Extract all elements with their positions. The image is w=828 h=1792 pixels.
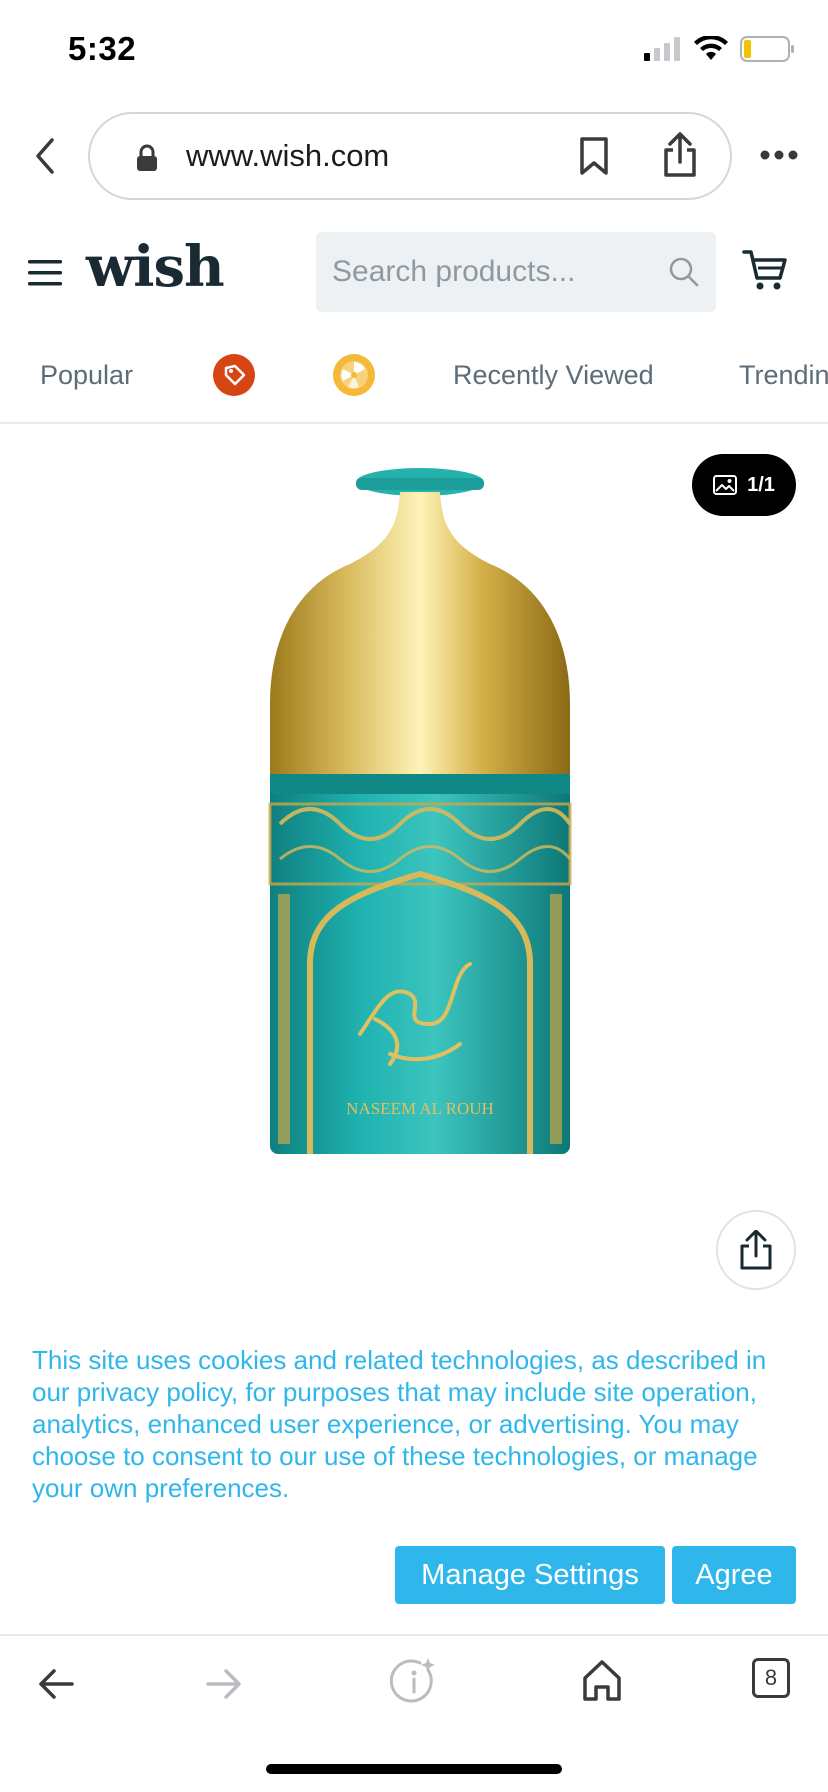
- battery-icon: [740, 36, 794, 62]
- page: 5:32 www.wish.com wish Search products..…: [0, 0, 828, 1792]
- status-icons: [644, 36, 796, 62]
- address-bar[interactable]: www.wish.com: [88, 112, 732, 200]
- search-icon[interactable]: [668, 256, 700, 288]
- site-header: wish: [0, 220, 828, 330]
- search-input[interactable]: [332, 232, 652, 312]
- category-tabs: Popular Recently Viewed Trendin: [0, 338, 828, 424]
- tabs-count-button[interactable]: 8: [752, 1658, 790, 1698]
- share-product-button[interactable]: [716, 1210, 796, 1290]
- more-options-icon[interactable]: [760, 150, 798, 160]
- bookmark-icon[interactable]: [578, 136, 610, 176]
- cellular-signal-icon: [644, 37, 680, 61]
- browser-url-row: www.wish.com: [0, 108, 828, 204]
- product-label-text: NASEEM AL ROUH: [346, 1099, 494, 1118]
- home-icon[interactable]: [582, 1658, 622, 1702]
- lock-icon: [137, 144, 157, 171]
- product-image[interactable]: NASEEM AL ROUH: [240, 464, 600, 1164]
- tab-trending[interactable]: Trendin: [739, 360, 828, 391]
- menu-icon[interactable]: [28, 260, 62, 286]
- share-icon[interactable]: [662, 132, 698, 178]
- wifi-icon: [694, 36, 728, 60]
- cookie-message: This site uses cookies and related techn…: [32, 1345, 767, 1503]
- status-time: 5:32: [68, 30, 137, 67]
- image-counter[interactable]: 1/1: [692, 454, 796, 516]
- image-counter-text: 1/1: [747, 473, 775, 496]
- agree-button[interactable]: Agree: [672, 1546, 796, 1604]
- image-icon: [713, 475, 738, 495]
- tabs-count: 8: [764, 1665, 778, 1690]
- cart-icon[interactable]: [742, 248, 788, 292]
- blitz-wheel-icon: [340, 361, 368, 389]
- back-arrow-icon[interactable]: [36, 1662, 76, 1706]
- tab-blitz[interactable]: [333, 354, 375, 396]
- home-indicator: [266, 1764, 562, 1774]
- search-box[interactable]: [316, 232, 716, 312]
- product-gallery[interactable]: 1/1 NASEEM AL ROUH: [0, 424, 828, 1304]
- share-icon: [740, 1230, 772, 1270]
- price-tag-icon: [224, 364, 246, 386]
- chevron-left-icon[interactable]: [26, 134, 66, 178]
- status-bar: 5:32: [0, 0, 828, 100]
- forward-arrow-icon[interactable]: [204, 1662, 244, 1706]
- info-sparkle-icon[interactable]: [390, 1656, 440, 1706]
- url-text: www.wish.com: [186, 138, 390, 173]
- wish-logo[interactable]: wish: [86, 234, 225, 300]
- tab-popular[interactable]: Popular: [40, 360, 133, 391]
- tab-deals[interactable]: [213, 354, 255, 396]
- tab-recently-viewed[interactable]: Recently Viewed: [453, 360, 654, 391]
- manage-settings-button[interactable]: Manage Settings: [395, 1546, 665, 1604]
